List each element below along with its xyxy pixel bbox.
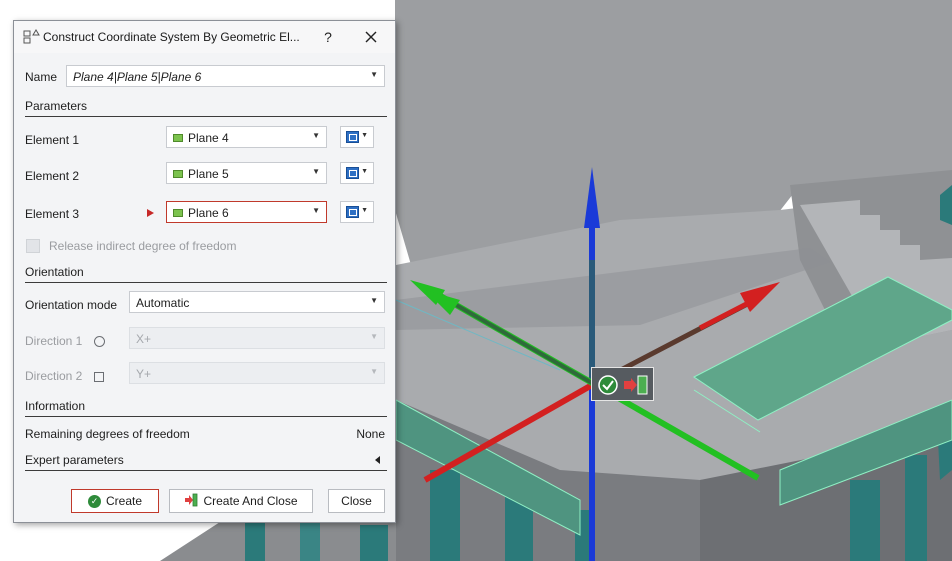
element-1-label: Element 1 bbox=[25, 133, 80, 147]
direction-1-combo: X+ ▼ bbox=[129, 327, 385, 349]
divider bbox=[25, 416, 387, 417]
divider bbox=[25, 116, 387, 117]
dialog-title: Construct Coordinate System By Geometric… bbox=[43, 30, 300, 44]
orientation-mode-value: Automatic bbox=[136, 296, 190, 310]
orientation-mode-combo[interactable]: Automatic ▼ bbox=[129, 291, 385, 313]
create-and-close-button[interactable]: Create And Close bbox=[169, 489, 313, 513]
element-2-filter-button[interactable]: ▼ bbox=[340, 162, 374, 184]
information-section: Information bbox=[25, 399, 387, 417]
construct-csys-icon bbox=[22, 29, 40, 45]
element-3-label: Element 3 bbox=[25, 207, 80, 221]
divider bbox=[25, 470, 387, 471]
release-checkbox[interactable] bbox=[26, 239, 40, 253]
dropdown-arrow-icon: ▼ bbox=[370, 296, 378, 305]
orientation-section: Orientation bbox=[25, 265, 387, 283]
dropdown-arrow-icon: ▼ bbox=[312, 206, 320, 215]
create-and-close-icon bbox=[184, 493, 198, 510]
direction-2-label: Direction 2 bbox=[25, 369, 104, 383]
selection-filter-icon bbox=[346, 167, 359, 179]
dropdown-arrow-icon: ▼ bbox=[370, 70, 378, 79]
check-icon: ✓ bbox=[87, 494, 101, 508]
dropdown-arrow-icon: ▼ bbox=[370, 367, 378, 376]
element-2-label: Element 2 bbox=[25, 169, 80, 183]
element-3-combo[interactable]: Plane 6 ▼ bbox=[166, 201, 327, 223]
dropdown-arrow-icon: ▼ bbox=[361, 132, 368, 139]
element-3-value: Plane 6 bbox=[188, 206, 229, 220]
square-icon bbox=[93, 371, 104, 382]
orientation-header: Orientation bbox=[25, 265, 84, 279]
element-3-filter-button[interactable]: ▼ bbox=[340, 201, 374, 223]
divider bbox=[25, 282, 387, 283]
validation-indicator[interactable] bbox=[591, 367, 654, 401]
direction-1-text: Direction 1 bbox=[25, 334, 83, 348]
dropdown-arrow-icon: ▼ bbox=[361, 207, 368, 214]
radio-icon bbox=[93, 336, 105, 348]
dropdown-arrow-icon: ▼ bbox=[370, 332, 378, 341]
information-header: Information bbox=[25, 399, 86, 413]
release-label: Release indirect degree of freedom bbox=[49, 239, 237, 253]
selection-filter-icon bbox=[346, 131, 359, 143]
collapse-icon[interactable] bbox=[375, 456, 380, 464]
element-2-value: Plane 5 bbox=[188, 167, 229, 181]
close-label: Close bbox=[341, 494, 372, 508]
name-label: Name bbox=[25, 70, 58, 84]
element-1-value: Plane 4 bbox=[188, 131, 229, 145]
orientation-mode-label: Orientation mode bbox=[25, 298, 118, 312]
create-button[interactable]: ✓ Create bbox=[71, 489, 159, 513]
direction-1-value: X+ bbox=[136, 332, 152, 346]
element-2-combo[interactable]: Plane 5 ▼ bbox=[166, 162, 327, 184]
direction-2-value: Y+ bbox=[136, 367, 152, 381]
active-element-marker-icon bbox=[147, 209, 154, 217]
plane-icon bbox=[173, 133, 183, 142]
plane-icon bbox=[173, 169, 183, 178]
direction-2-text: Direction 2 bbox=[25, 369, 83, 383]
dropdown-arrow-icon: ▼ bbox=[312, 167, 320, 176]
remaining-dof-label: Remaining degrees of freedom bbox=[25, 427, 190, 441]
close-button[interactable]: Close bbox=[328, 489, 385, 513]
name-value: Plane 4|Plane 5|Plane 6 bbox=[73, 70, 202, 84]
parameters-header: Parameters bbox=[25, 99, 88, 113]
parameters-section: Parameters bbox=[25, 99, 387, 117]
expert-header: Expert parameters bbox=[25, 453, 124, 467]
plane-icon bbox=[173, 208, 183, 217]
name-combo[interactable]: Plane 4|Plane 5|Plane 6 ▼ bbox=[66, 65, 385, 87]
element-1-filter-button[interactable]: ▼ bbox=[340, 126, 374, 148]
selection-filter-icon bbox=[346, 206, 359, 218]
construct-csys-dialog: Construct Coordinate System By Geometric… bbox=[13, 20, 396, 523]
help-button[interactable]: ? bbox=[318, 27, 338, 47]
element-1-combo[interactable]: Plane 4 ▼ bbox=[166, 126, 327, 148]
dropdown-arrow-icon: ▼ bbox=[312, 131, 320, 140]
create-label: Create bbox=[105, 494, 143, 508]
create-and-close-label: Create And Close bbox=[203, 494, 298, 508]
dialog-titlebar[interactable]: Construct Coordinate System By Geometric… bbox=[14, 21, 395, 53]
direction-2-combo: Y+ ▼ bbox=[129, 362, 385, 384]
remaining-dof-value: None bbox=[356, 427, 385, 441]
expert-parameters-section[interactable]: Expert parameters bbox=[25, 453, 387, 471]
dropdown-arrow-icon: ▼ bbox=[361, 168, 368, 175]
close-icon[interactable] bbox=[361, 27, 381, 47]
direction-1-label: Direction 1 bbox=[25, 334, 105, 348]
